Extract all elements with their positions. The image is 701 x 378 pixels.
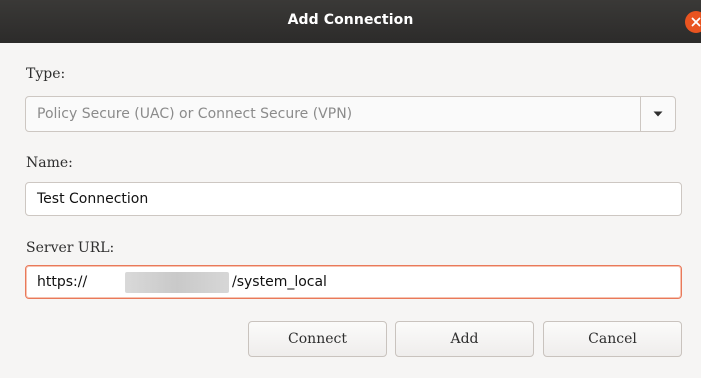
connect-button[interactable]: Connect [248, 321, 387, 357]
server-url-label: Server URL: [26, 240, 115, 256]
title-bar[interactable]: Add Connection [0, 0, 701, 43]
name-label: Name: [26, 155, 73, 171]
name-input[interactable]: Test Connection [25, 182, 682, 216]
dialog-title: Add Connection [287, 12, 414, 28]
server-url-suffix: /system_local [232, 274, 327, 290]
add-button[interactable]: Add [395, 321, 534, 357]
close-icon [691, 17, 701, 27]
redacted-hostname [125, 272, 229, 293]
name-input-value: Test Connection [37, 191, 149, 207]
type-dropdown-button[interactable] [641, 97, 675, 131]
server-url-input[interactable]: https:// /system_local [25, 265, 682, 299]
cancel-button[interactable]: Cancel [543, 321, 682, 357]
add-connection-dialog: Add Connection Type: Policy Secure (UAC)… [0, 0, 701, 378]
chevron-down-icon [653, 111, 663, 117]
type-label: Type: [26, 66, 66, 82]
server-url-prefix: https:// [37, 274, 88, 290]
close-button[interactable] [685, 11, 701, 33]
type-dropdown[interactable]: Policy Secure (UAC) or Connect Secure (V… [25, 96, 676, 132]
type-dropdown-value: Policy Secure (UAC) or Connect Secure (V… [37, 106, 353, 122]
